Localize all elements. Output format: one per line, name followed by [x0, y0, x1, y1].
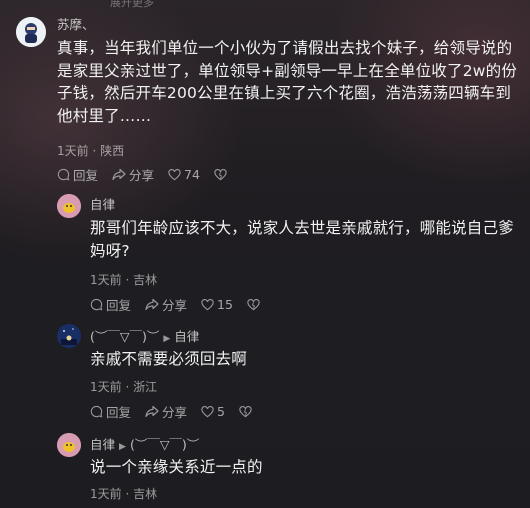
meta-separator: · — [121, 273, 134, 287]
reply-arrow-icon: ▶ — [163, 334, 171, 344]
reply-label: 回复 — [73, 168, 99, 183]
expand-more-text: 展开更多 — [110, 0, 154, 9]
heart-icon — [201, 405, 214, 417]
reply-label: 回复 — [106, 298, 132, 313]
expand-more-strip[interactable]: 展开更多 — [0, 0, 530, 10]
reply-meta: 1天前 · 吉林 — [90, 271, 157, 288]
reply-header: (︶￣▽￣)︶ ▶ 自律 — [90, 326, 199, 345]
reply-meta: 1天前 · 吉林 — [90, 485, 157, 502]
reply-button[interactable]: 回复 — [90, 295, 131, 314]
reply-actions: 回复 分享 5 — [90, 402, 269, 421]
share-label: 分享 — [162, 298, 188, 313]
location-label: 吉林 — [133, 273, 158, 287]
comment-bubble-icon — [90, 405, 103, 418]
reply-to-username[interactable]: 自律 — [174, 329, 199, 344]
share-arrow-icon — [112, 168, 126, 181]
reply-actions: 回复 分享 15 — [90, 295, 277, 314]
dislike-button[interactable] — [247, 298, 263, 311]
reply-arrow-icon: ▶ — [119, 442, 126, 452]
reply-avatar[interactable] — [57, 194, 81, 218]
time-label: 1天前 — [90, 487, 122, 501]
reply-header: 自律 ▶ (︶￣▽￣)︶ — [90, 434, 199, 453]
time-label: 1天前 — [90, 273, 122, 287]
share-arrow-icon — [145, 405, 159, 418]
like-button[interactable]: 15 — [201, 297, 233, 312]
reply-avatar[interactable] — [57, 324, 81, 348]
location-label: 吉林 — [133, 487, 158, 501]
location-label: 陕西 — [100, 144, 125, 158]
like-button[interactable]: 74 — [168, 167, 200, 182]
reply-avatar[interactable] — [57, 433, 81, 457]
comment-bubble-icon — [90, 298, 103, 311]
like-count: 74 — [184, 167, 200, 182]
username[interactable]: 苏摩、 — [57, 14, 95, 33]
share-button[interactable]: 分享 — [112, 165, 154, 184]
comment-text: 真事，当年我们单位一个小伙为了请假出去找个妹子，给领导说的是家里父亲过世了，单位… — [57, 39, 518, 125]
share-label: 分享 — [129, 168, 155, 183]
dislike-heart-icon — [247, 298, 260, 310]
time-label: 1天前 — [57, 144, 89, 158]
avatar[interactable] — [16, 17, 46, 47]
comment-actions: 回复 分享 74 — [57, 165, 244, 184]
reply-button[interactable]: 回复 — [57, 165, 98, 184]
share-label: 分享 — [162, 405, 188, 420]
like-button[interactable]: 5 — [201, 404, 225, 419]
reply-username[interactable]: 自律 — [90, 194, 115, 213]
reply-label: 回复 — [106, 405, 132, 420]
share-button[interactable]: 分享 — [145, 295, 187, 314]
meta-separator: · — [88, 144, 101, 158]
reply-username[interactable]: (︶￣▽￣)︶ — [90, 329, 159, 344]
location-label: 浙江 — [133, 380, 158, 394]
share-arrow-icon — [145, 298, 159, 311]
time-label: 1天前 — [90, 380, 122, 394]
reply-to-username[interactable]: (︶￣▽￣)︶ — [130, 437, 199, 452]
reply-text: 说一个亲缘关系近一点的 — [90, 458, 263, 476]
reply-username[interactable]: 自律 — [90, 437, 115, 452]
dislike-button[interactable] — [239, 405, 255, 418]
reply-meta: 1天前 · 浙江 — [90, 378, 157, 395]
dislike-heart-icon — [239, 405, 252, 417]
heart-icon — [201, 298, 214, 310]
dislike-heart-icon — [214, 168, 227, 180]
heart-icon — [168, 168, 181, 180]
reply-text: 那哥们年龄应该不大，说家人去世是亲戚就行，哪能说自己爹妈呀? — [90, 219, 514, 260]
share-button[interactable]: 分享 — [145, 402, 187, 421]
meta-separator: · — [121, 487, 134, 501]
like-count: 5 — [217, 404, 225, 419]
reply-button[interactable]: 回复 — [90, 402, 131, 421]
meta-separator: · — [121, 380, 134, 394]
reply-text: 亲戚不需要必须回去啊 — [90, 350, 248, 368]
comment-meta: 1天前 · 陕西 — [57, 142, 124, 159]
like-count: 15 — [217, 297, 233, 312]
dislike-button[interactable] — [214, 168, 230, 181]
comment-bubble-icon — [57, 168, 70, 181]
